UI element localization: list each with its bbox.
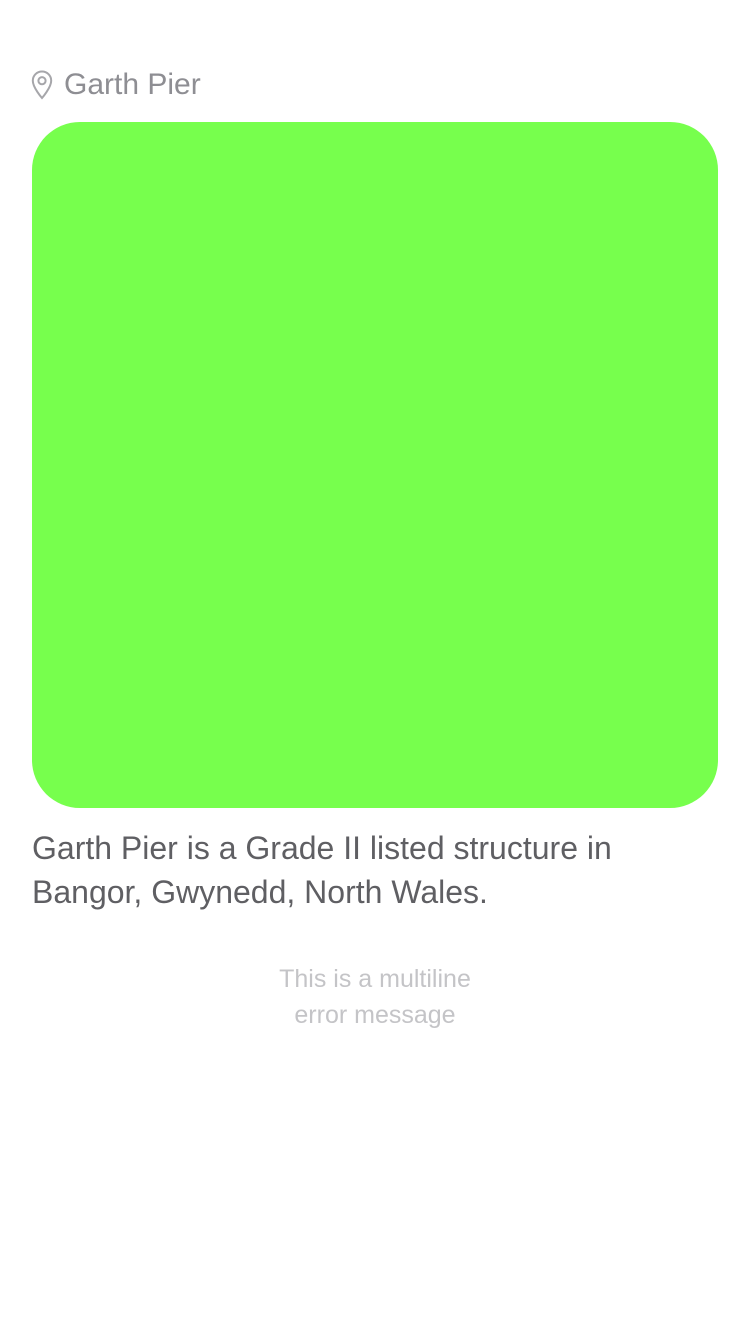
error-message-line: error message [294, 1001, 456, 1029]
location-header: Garth Pier [31, 66, 201, 104]
error-message: This is a multiline error message [0, 961, 750, 1033]
place-image[interactable] [32, 122, 718, 808]
map-pin-icon [31, 70, 53, 100]
error-message-line: This is a multiline [279, 965, 471, 993]
place-description: Garth Pier is a Grade II listed structur… [32, 830, 612, 910]
location-name: Garth Pier [64, 68, 201, 101]
